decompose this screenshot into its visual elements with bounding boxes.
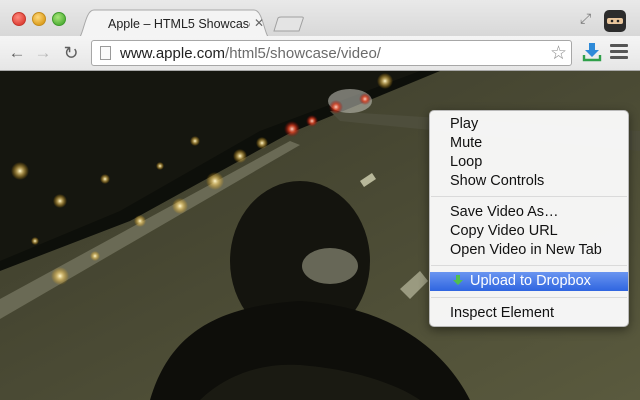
bookmark-star-icon[interactable]: ☆ — [550, 42, 567, 65]
menu-separator — [431, 196, 627, 197]
url-text[interactable]: www.apple.com/html5/showcase/video/ — [120, 45, 381, 62]
menu-item-mute[interactable]: Mute — [430, 134, 628, 153]
context-menu: Play Mute Loop Show Controls Save Video … — [429, 110, 629, 327]
dropbox-arrow-icon — [453, 275, 463, 285]
menu-item-copy-video-url[interactable]: Copy Video URL — [430, 222, 628, 241]
tab-title: Apple – HTML5 Showcase — [108, 17, 250, 31]
address-bar[interactable]: www.apple.com/html5/showcase/video/ ☆ — [91, 40, 572, 66]
url-path: /html5/showcase/video/ — [225, 45, 381, 62]
menu-item-inspect-element[interactable]: Inspect Element — [430, 304, 628, 323]
ninja-avatar-icon[interactable] — [602, 8, 628, 34]
reload-button[interactable]: ↻ — [62, 44, 80, 62]
page-icon — [100, 46, 111, 60]
forward-button[interactable]: → — [34, 44, 52, 62]
menu-separator — [431, 265, 627, 266]
fullscreen-arrows-icon[interactable]: ⤢ — [580, 10, 591, 27]
window-close-button[interactable] — [12, 12, 26, 26]
menu-separator — [431, 297, 627, 298]
tab-strip: Apple – HTML5 Showcase ✕ ⤢ — [0, 0, 640, 40]
menu-item-save-video-as[interactable]: Save Video As… — [430, 203, 628, 222]
browser-window: Apple – HTML5 Showcase ✕ ⤢ ← → ↻ www.app… — [0, 0, 640, 400]
new-tab-button[interactable] — [273, 16, 307, 32]
menu-item-upload-to-dropbox[interactable]: Upload to Dropbox — [430, 272, 628, 291]
tab-close-button[interactable]: ✕ — [254, 16, 264, 30]
menu-item-open-video-new-tab[interactable]: Open Video in New Tab — [430, 241, 628, 260]
back-button[interactable]: ← — [8, 44, 26, 62]
download-arrow-icon[interactable] — [582, 42, 602, 62]
window-zoom-button[interactable] — [52, 12, 66, 26]
url-host: www.apple.com — [120, 45, 226, 62]
menu-item-play[interactable]: Play — [430, 115, 628, 134]
menu-item-loop[interactable]: Loop — [430, 153, 628, 172]
hamburger-menu-icon[interactable] — [610, 44, 628, 60]
browser-toolbar: ← → ↻ www.apple.com/html5/showcase/video… — [0, 36, 640, 71]
profile-area: ⤢ — [576, 6, 630, 36]
window-minimize-button[interactable] — [32, 12, 46, 26]
menu-item-show-controls[interactable]: Show Controls — [430, 172, 628, 191]
